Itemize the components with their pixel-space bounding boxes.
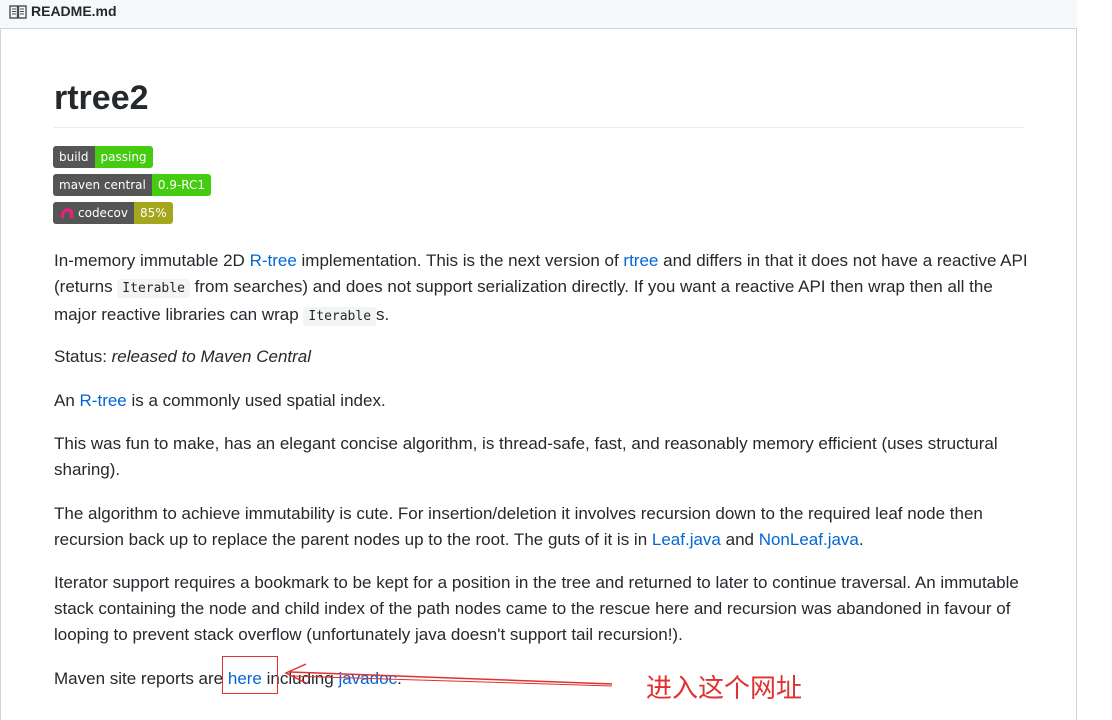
rtree-link[interactable]: R-tree — [80, 391, 127, 410]
build-badge[interactable]: build passing — [53, 146, 153, 168]
javadoc-link[interactable]: javadoc — [338, 669, 397, 688]
book-icon — [9, 5, 27, 19]
features-paragraph: This was fun to make, has an elegant con… — [54, 434, 998, 479]
rtree-project-link[interactable]: rtree — [623, 251, 658, 270]
badge-value: 0.9-RC1 — [151, 174, 212, 196]
status-paragraph: Status: released to Maven Central — [54, 347, 312, 366]
badge-value: passing — [94, 146, 153, 168]
inline-code: Iterable — [303, 307, 377, 326]
badge-label: maven central — [53, 174, 152, 196]
annotation-highlight-box — [222, 656, 278, 694]
iterator-paragraph: Iterator support requires a bookmark to … — [54, 573, 1019, 644]
status-value: released to Maven Central — [111, 347, 312, 366]
codecov-icon — [60, 208, 74, 219]
rtree-wiki-link[interactable]: R-tree — [250, 251, 297, 270]
maven-site-paragraph: Maven site reports are here including ja… — [54, 669, 402, 688]
badge-value: 85% — [133, 202, 173, 224]
nonleaf-java-link[interactable]: NonLeaf.java — [759, 530, 859, 549]
leaf-java-link[interactable]: Leaf.java — [652, 530, 721, 549]
title-divider — [54, 127, 1024, 128]
inline-code: Iterable — [117, 279, 190, 298]
algorithm-paragraph: The algorithm to achieve immutability is… — [54, 504, 983, 549]
intro-paragraph: In-memory immutable 2D R-tree implementa… — [54, 251, 1028, 326]
file-header: README.md — [0, 0, 1077, 29]
codecov-badge[interactable]: codecov 85% — [53, 202, 173, 224]
file-name: README.md — [31, 3, 117, 19]
badge-label: codecov — [78, 206, 128, 220]
maven-central-badge[interactable]: maven central 0.9-RC1 — [53, 174, 212, 196]
rtree-definition-paragraph: An R-tree is a commonly used spatial ind… — [54, 391, 386, 410]
badge-label: build — [53, 146, 95, 168]
annotation-text: 进入这个网址 — [646, 674, 803, 704]
readme-title: rtree2 — [54, 79, 149, 117]
